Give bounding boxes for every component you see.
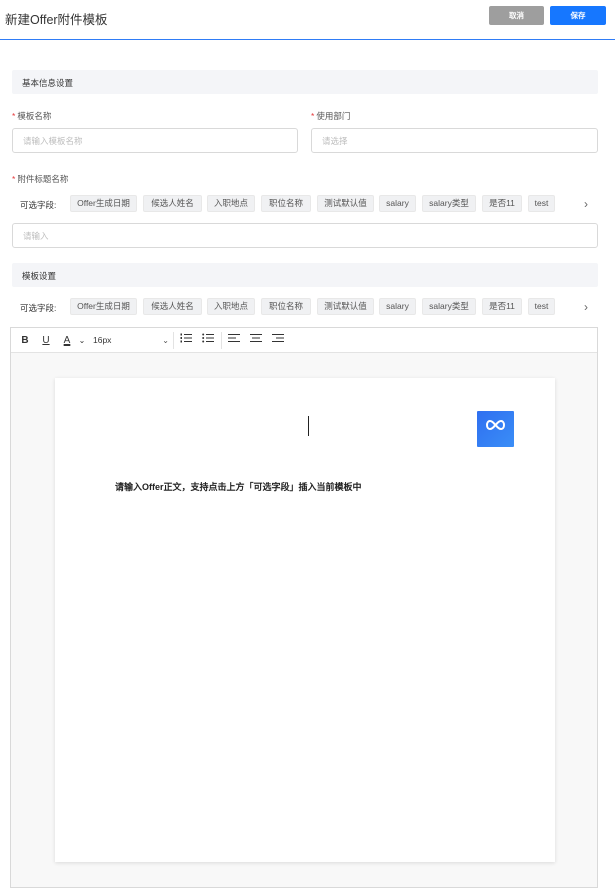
- field-chip[interactable]: salary类型: [422, 195, 476, 212]
- font-size-value: 16px: [93, 335, 112, 345]
- attachment-optional-fields: 可选字段: Offer生成日期 候选人姓名 入职地点 职位名称 测试默认值 sa…: [12, 195, 598, 213]
- rich-text-editor: B U A ⌄ 16px ⌄ 请输入Offer正文，支持点击上方「可选字段」插入…: [10, 327, 598, 888]
- field-chip[interactable]: 测试默认值: [317, 298, 374, 315]
- optional-fields-label: 可选字段:: [20, 200, 57, 210]
- company-logo: [477, 411, 514, 447]
- field-chip[interactable]: 测试默认值: [317, 195, 374, 212]
- font-size-select[interactable]: 16px ⌄: [93, 333, 169, 348]
- chevron-right-icon[interactable]: ›: [580, 197, 592, 211]
- page-header: 新建Offer附件模板 取消 保存: [0, 0, 615, 40]
- save-button[interactable]: 保存: [550, 6, 606, 25]
- ordered-list-icon[interactable]: [179, 333, 193, 348]
- field-chip[interactable]: 入职地点: [207, 195, 255, 212]
- template-name-input[interactable]: [12, 128, 298, 153]
- field-chip[interactable]: 职位名称: [261, 298, 311, 315]
- required-mark: *: [311, 111, 315, 121]
- page-title: 新建Offer附件模板: [5, 13, 108, 27]
- department-label: * 使用部门: [311, 111, 351, 121]
- field-chip[interactable]: Offer生成日期: [70, 195, 137, 212]
- bold-button[interactable]: B: [19, 333, 31, 348]
- template-optional-fields: 可选字段: Offer生成日期 候选人姓名 入职地点 职位名称 测试默认值 sa…: [12, 298, 598, 316]
- align-right-icon[interactable]: [271, 333, 285, 348]
- bullet-list-icon[interactable]: [201, 333, 215, 348]
- field-chip[interactable]: 候选人姓名: [143, 195, 202, 212]
- chevron-down-icon[interactable]: ⌄: [77, 333, 87, 348]
- document-body-text: 请输入Offer正文，支持点击上方「可选字段」插入当前模板中: [115, 482, 362, 492]
- field-chip[interactable]: salary: [379, 298, 416, 315]
- toolbar-divider: [173, 332, 174, 349]
- toolbar-divider: [221, 332, 222, 349]
- field-chip[interactable]: 是否11: [482, 195, 522, 212]
- section-title: 模板设置: [22, 271, 57, 281]
- field-chip[interactable]: Offer生成日期: [70, 298, 137, 315]
- required-mark: *: [12, 111, 16, 121]
- template-settings-section-header: 模板设置: [12, 263, 598, 287]
- department-select[interactable]: [311, 128, 598, 153]
- field-chip[interactable]: test: [528, 195, 555, 212]
- align-center-icon[interactable]: [249, 333, 263, 348]
- infinity-logo-icon: [486, 419, 505, 431]
- underline-button[interactable]: U: [40, 333, 52, 348]
- editor-toolbar: B U A ⌄ 16px ⌄: [11, 328, 597, 353]
- field-chip[interactable]: salary类型: [422, 298, 476, 315]
- cancel-button[interactable]: 取消: [489, 6, 544, 25]
- field-chip[interactable]: test: [528, 298, 555, 315]
- required-mark: *: [12, 174, 16, 184]
- basic-info-section-header: 基本信息设置: [12, 70, 598, 94]
- font-color-button[interactable]: A: [61, 333, 73, 348]
- align-left-icon[interactable]: [227, 333, 241, 348]
- optional-fields-label: 可选字段:: [20, 303, 57, 313]
- chevron-right-icon[interactable]: ›: [580, 300, 592, 314]
- document-page[interactable]: 请输入Offer正文，支持点击上方「可选字段」插入当前模板中: [55, 378, 555, 862]
- field-chip[interactable]: salary: [379, 195, 416, 212]
- field-chip[interactable]: 职位名称: [261, 195, 311, 212]
- text-cursor: [308, 416, 309, 436]
- field-chip[interactable]: 是否11: [482, 298, 522, 315]
- section-title: 基本信息设置: [22, 78, 74, 88]
- field-chip[interactable]: 候选人姓名: [143, 298, 202, 315]
- template-name-label: * 模板名称: [12, 111, 52, 121]
- attachment-title-label: * 附件标题名称: [12, 174, 69, 184]
- field-chip[interactable]: 入职地点: [207, 298, 255, 315]
- chevron-down-icon: ⌄: [162, 336, 169, 345]
- attachment-title-input[interactable]: [12, 223, 598, 248]
